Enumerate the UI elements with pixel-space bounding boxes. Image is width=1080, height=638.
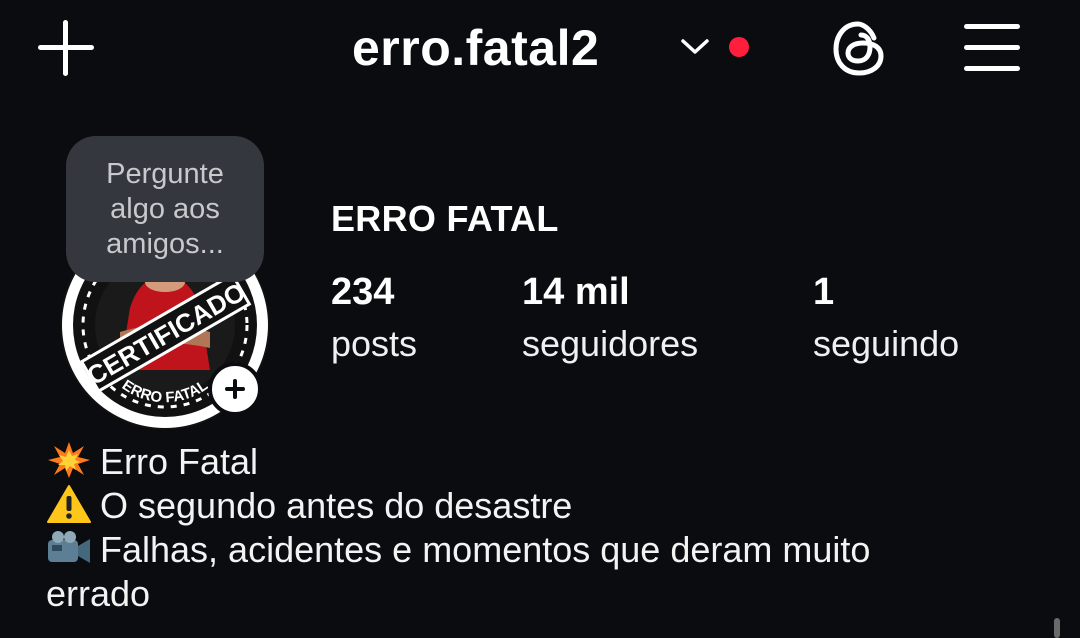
bio-line-text: Erro Fatal: [100, 441, 259, 482]
scrollbar[interactable]: [1054, 618, 1060, 638]
profile-display-name: ERRO FATAL: [331, 198, 559, 239]
stat-followers-label: seguidores: [522, 323, 699, 364]
bio-line: O segundo antes do desastre: [46, 484, 1056, 528]
top-bar: erro.fatal2: [0, 0, 1080, 100]
chevron-down-icon[interactable]: [678, 34, 712, 58]
stat-posts-value: 234: [331, 271, 395, 313]
bio-line-text: O segundo antes do desastre: [100, 485, 573, 526]
stat-following-label: seguindo: [813, 323, 960, 364]
create-plus-icon[interactable]: [36, 18, 96, 78]
threads-icon[interactable]: [828, 16, 892, 80]
note-line: algo aos: [110, 193, 220, 225]
bio-line: errado: [46, 573, 151, 614]
note-line: Pergunte: [106, 158, 224, 190]
bio-line: Falhas, acidentes e momentos que deram m…: [46, 528, 1056, 572]
hamburger-menu-icon[interactable]: [962, 20, 1022, 76]
warning-emoji-icon: [47, 485, 91, 523]
stat-followers[interactable]: 14 mil seguidores: [522, 268, 698, 368]
bio-line-text: Falhas, acidentes e momentos que deram m…: [100, 529, 871, 570]
stat-posts[interactable]: 234 posts: [331, 268, 417, 368]
stat-following-value: 1: [813, 271, 835, 313]
collision-emoji-icon: [48, 442, 90, 478]
profile-bio: Erro Fatal O segundo antes do desastre F…: [46, 440, 1056, 616]
note-bubble[interactable]: Pergunte algo aos amigos...: [66, 136, 264, 282]
note-line: amigos...: [106, 228, 224, 260]
add-story-plus-icon[interactable]: [208, 362, 262, 416]
stat-posts-label: posts: [331, 323, 418, 364]
stat-followers-value: 14 mil: [522, 271, 630, 313]
stat-following[interactable]: 1 seguindo: [813, 268, 959, 368]
notification-dot: [729, 37, 749, 57]
bio-line: Erro Fatal: [46, 440, 1056, 484]
video-camera-emoji-icon: [48, 531, 90, 563]
account-username[interactable]: erro.fatal2: [352, 16, 599, 80]
